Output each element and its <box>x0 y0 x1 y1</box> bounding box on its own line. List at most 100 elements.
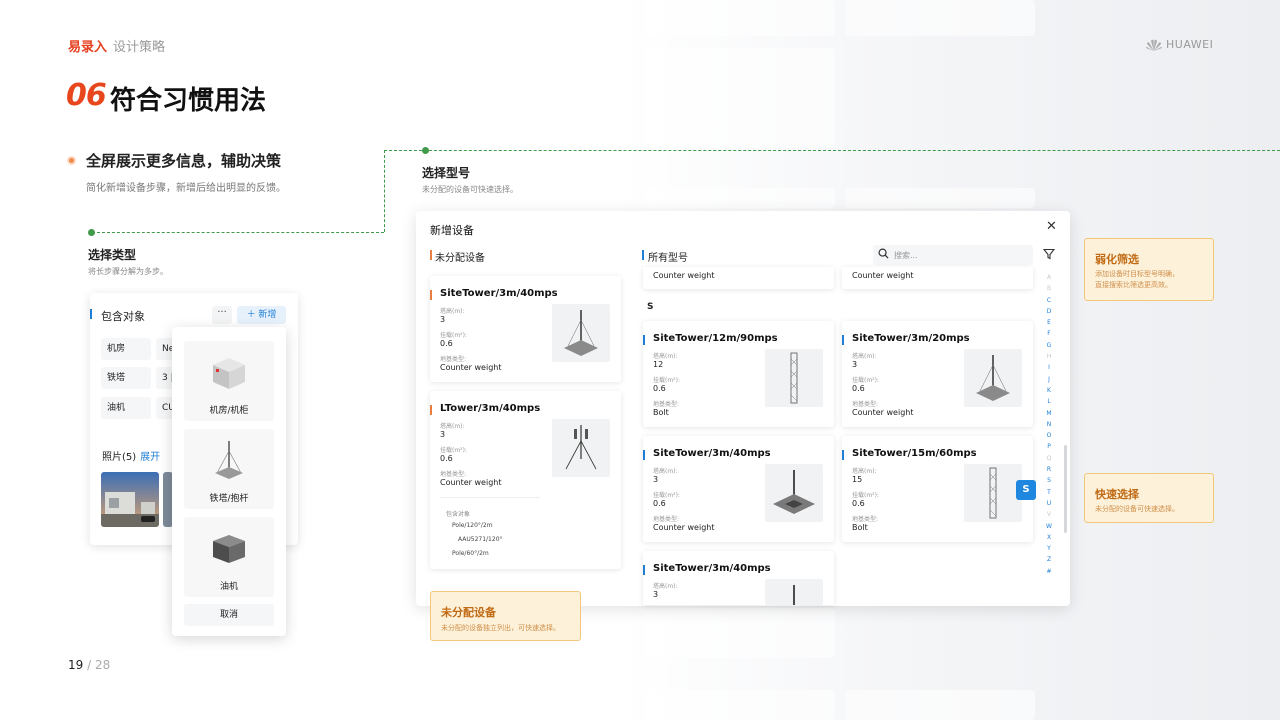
type-option-room[interactable]: 机房/机柜 <box>184 341 274 421</box>
intro-title: 全屏展示更多信息，辅助决策 <box>86 152 282 170</box>
type-option-generator[interactable]: 油机 <box>184 517 274 597</box>
add-button[interactable]: ＋ 新增 <box>237 306 286 324</box>
alphabet-letter[interactable]: U <box>1045 498 1053 509</box>
model-card-partial[interactable]: Counter weight <box>842 267 1033 289</box>
height-label: 塔高(m): <box>852 353 877 360</box>
height-value: 3 <box>852 360 858 369</box>
height-label: 塔高(m): <box>653 583 678 590</box>
alphabet-letter[interactable]: P <box>1045 441 1053 452</box>
antenna-label: 挂载(m²): <box>653 377 680 384</box>
group-letter: S <box>647 302 654 312</box>
callout-quick-select: 快速选择 未分配的设备可快速选择。 <box>1084 473 1214 523</box>
model-card[interactable]: SiteTower/15m/60mps 塔高(m): 15 挂载(m²): 0.… <box>842 436 1033 542</box>
alphabet-index[interactable]: A B C D E F G H I J K L M N O P Q R S T U V W X Y Z # <box>1045 272 1053 577</box>
alphabet-letter[interactable]: J <box>1045 374 1053 385</box>
height-label: 塔高(m): <box>440 423 465 430</box>
antenna-label: 挂载(m²): <box>852 377 879 384</box>
callout-title: 未分配设备 <box>441 606 496 619</box>
tower-image <box>552 304 610 362</box>
alphabet-letter[interactable]: R <box>1045 464 1053 475</box>
tree-node: Pole/60°/2m <box>452 550 489 557</box>
foundation-label: 地基类型: <box>852 401 879 408</box>
alphabet-letter[interactable]: N <box>1045 419 1053 430</box>
photos-expand-link[interactable]: 展开 <box>140 452 160 463</box>
more-button[interactable]: ··· <box>212 306 232 324</box>
antenna-label: 挂载(m²): <box>852 492 879 499</box>
alphabet-letter[interactable]: H <box>1045 351 1053 362</box>
type-option-label: 铁塔/抱杆 <box>209 494 249 504</box>
tree-node: Pole/120°/2m <box>452 522 493 529</box>
unassigned-device-card[interactable]: SiteTower/3m/40mps 塔高(m): 3 挂载(m²): 0.6 … <box>430 276 621 382</box>
model-card-partial[interactable]: Counter weight <box>643 267 834 289</box>
divider <box>440 497 540 498</box>
card-accent-bar <box>842 450 844 460</box>
alphabet-letter[interactable]: O <box>1045 430 1053 441</box>
guide-dot <box>88 229 95 236</box>
alphabet-letter[interactable]: G <box>1045 340 1053 351</box>
photos-count: 照片(5) <box>102 452 137 463</box>
tree-node: AAU5271/120° <box>458 536 503 543</box>
section-number: 06 <box>66 78 107 113</box>
foundation-value: Counter weight <box>440 363 502 372</box>
callout-desc: 直接搜索比筛选更高效。 <box>1095 281 1172 289</box>
unassigned-device-card[interactable]: LTower/3m/40mps 塔高(m): 3 挂载(m²): 0.6 地基类… <box>430 391 621 569</box>
cancel-button[interactable]: 取消 <box>184 604 274 626</box>
model-card[interactable]: SiteTower/3m/40mps 塔高(m): 3 挂载(m²): 0.6 … <box>643 436 834 542</box>
alphabet-letter[interactable]: E <box>1045 317 1053 328</box>
alphabet-letter[interactable]: B <box>1045 283 1053 294</box>
model-card[interactable]: SiteTower/3m/20mps 塔高(m): 3 挂载(m²): 0.6 … <box>842 321 1033 427</box>
alphabet-letter[interactable]: Z <box>1045 554 1053 565</box>
close-icon[interactable]: ✕ <box>1046 219 1057 234</box>
alphabet-letter[interactable]: T <box>1045 487 1053 498</box>
ghost-card <box>645 690 835 720</box>
alphabet-letter[interactable]: I <box>1045 362 1053 373</box>
site-photo[interactable] <box>101 472 159 527</box>
antenna-value: 0.6 <box>653 384 666 393</box>
guide-line <box>92 232 384 233</box>
alphabet-letter[interactable]: W <box>1045 521 1053 532</box>
alphabet-letter[interactable]: D <box>1045 306 1053 317</box>
alphabet-letter[interactable]: C <box>1045 295 1053 306</box>
alphabet-letter[interactable]: # <box>1045 566 1053 577</box>
foundation-label: 地基类型: <box>440 471 467 478</box>
alphabet-letter[interactable]: M <box>1045 408 1053 419</box>
alphabet-letter[interactable]: X <box>1045 532 1053 543</box>
object-row-name[interactable]: 铁塔 <box>101 367 151 389</box>
current-page: 19 <box>68 658 84 672</box>
antenna-value: 0.6 <box>440 454 453 463</box>
tower-icon <box>215 441 243 479</box>
filter-icon[interactable] <box>1043 248 1055 260</box>
object-row-name[interactable]: 机房 <box>101 338 151 360</box>
tower-image <box>552 419 610 477</box>
alphabet-letter[interactable]: S <box>1045 475 1053 486</box>
model-card[interactable]: SiteTower/12m/90mps 塔高(m): 12 挂载(m²): 0.… <box>643 321 834 427</box>
card-title: SiteTower/3m/20mps <box>852 333 970 344</box>
column-accent-bar <box>642 250 644 260</box>
step-model-desc: 未分配的设备可快速选择。 <box>422 185 518 194</box>
page-number: 19 / 28 <box>68 658 110 672</box>
alphabet-letter[interactable]: F <box>1045 328 1053 339</box>
alphabet-letter[interactable]: V <box>1045 509 1053 520</box>
huawei-petal-icon <box>1146 39 1162 51</box>
scrollbar[interactable] <box>1064 445 1067 533</box>
model-card[interactable]: SiteTower/3m/40mps 塔高(m): 3 <box>643 551 834 605</box>
ghost-card <box>645 188 835 208</box>
alphabet-letter[interactable]: L <box>1045 396 1053 407</box>
object-row-name[interactable]: 油机 <box>101 397 151 419</box>
search-placeholder: 搜索... <box>894 251 918 260</box>
callout-weak-filter: 弱化筛选 添加设备时目标型号明确， 直接搜索比筛选更高效。 <box>1084 238 1214 301</box>
alphabet-letter[interactable]: Y <box>1045 543 1053 554</box>
alphabet-letter[interactable]: Q <box>1045 453 1053 464</box>
callout-desc: 未分配的设备可快速选择。 <box>1095 505 1179 513</box>
ghost-card <box>845 188 1035 208</box>
type-option-label: 油机 <box>219 582 238 592</box>
alphabet-letter[interactable]: A <box>1045 272 1053 283</box>
alphabet-letter[interactable]: K <box>1045 385 1053 396</box>
antenna-label: 挂载(m²): <box>440 447 467 454</box>
foundation-value: Counter weight <box>852 408 914 417</box>
panel-title: 包含对象 <box>101 310 145 323</box>
foundation-label: 地基类型: <box>852 516 879 523</box>
type-option-tower[interactable]: 铁塔/抱杆 <box>184 429 274 509</box>
foundation-value: Counter weight <box>440 478 502 487</box>
card-title: SiteTower/3m/40mps <box>653 448 771 459</box>
